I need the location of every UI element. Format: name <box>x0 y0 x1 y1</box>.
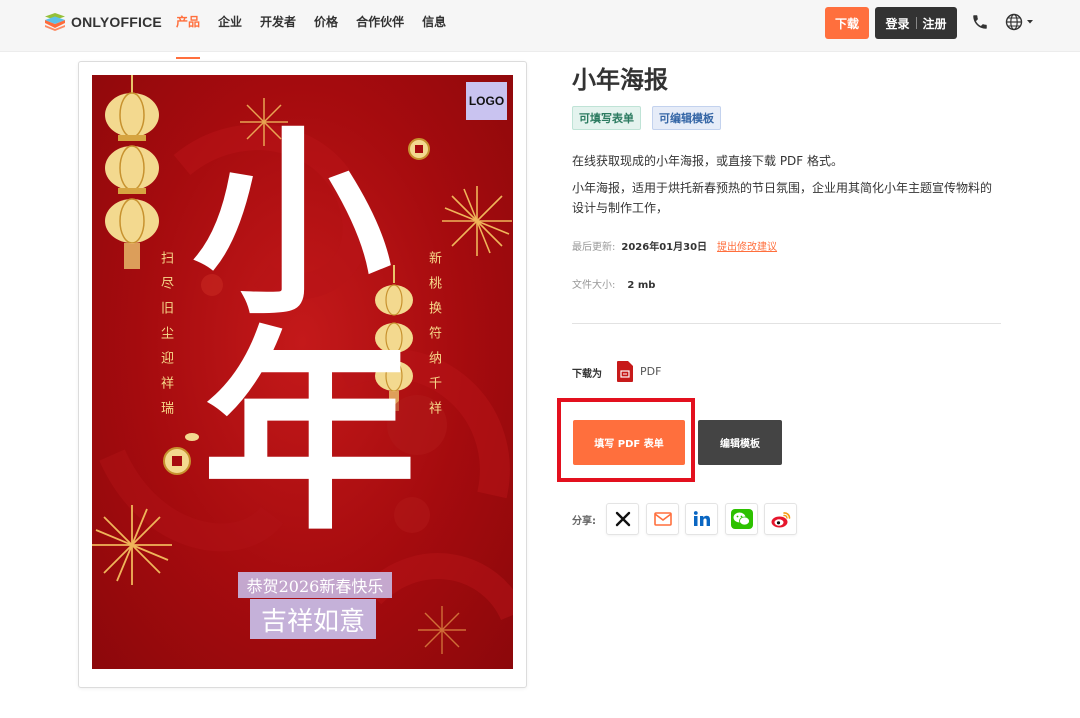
download-as-label: 下载为 <box>572 369 602 380</box>
poster-preview-image[interactable]: LOGO 扫尽旧尘迎祥瑞 新桃换符纳千祥 小 年 恭贺2026新春快乐 吉祥如意 <box>92 75 513 669</box>
left-couplet: 扫尽旧尘迎祥瑞 <box>158 251 173 426</box>
big-char-nian: 年 <box>202 306 417 559</box>
file-size-label: 文件大小: <box>572 280 616 291</box>
nav-developers[interactable]: 开发者 <box>260 0 296 52</box>
nav-resources[interactable]: 信息 <box>422 0 446 52</box>
greeting-line-1: 恭贺2026新春快乐 <box>238 572 392 598</box>
nav-enterprise[interactable]: 企业 <box>218 0 242 52</box>
file-size-row: 文件大小: 2 mb <box>572 276 655 291</box>
share-wechat-button[interactable] <box>725 503 758 535</box>
nav-partners[interactable]: 合作伙伴 <box>356 0 404 52</box>
register-label[interactable]: 注册 <box>923 15 947 32</box>
fill-pdf-form-button[interactable]: 填写 PDF 表单 <box>573 420 685 465</box>
share-linkedin-button[interactable] <box>685 503 718 535</box>
tag-fillable-form: 可填写表单 <box>572 106 641 130</box>
main-nav: 产品 企业 开发者 价格 合作伙伴 信息 <box>176 0 464 59</box>
wechat-icon <box>730 509 753 529</box>
share-weibo-button[interactable] <box>764 503 797 535</box>
right-couplet: 新桃换符纳千祥 <box>426 251 441 426</box>
linkedin-icon <box>693 511 710 526</box>
nav-products[interactable]: 产品 <box>176 0 201 59</box>
suggest-change-link[interactable]: 提出修改建议 <box>717 242 777 253</box>
login-label[interactable]: 登录 <box>885 15 909 32</box>
download-button[interactable]: 下载 <box>825 7 869 39</box>
last-updated-label: 最后更新: <box>572 242 616 253</box>
last-updated-row: 最后更新: 2026年01月30日 提出修改建议 <box>572 238 777 253</box>
share-email-button[interactable] <box>646 503 679 535</box>
section-divider <box>572 323 1001 324</box>
page-title: 小年海报 <box>572 66 668 94</box>
firework-right <box>442 186 512 256</box>
language-globe-icon[interactable] <box>1005 13 1035 31</box>
lantern-left <box>105 75 159 269</box>
description-short: 在线获取现成的小年海报，或直接下载 PDF 格式。 <box>572 154 844 168</box>
onlyoffice-logo-icon <box>45 13 65 31</box>
x-icon <box>615 511 630 527</box>
email-icon <box>653 512 672 526</box>
file-size-value: 2 mb <box>627 280 656 291</box>
login-register-button[interactable]: 登录 注册 <box>875 7 957 39</box>
download-pdf-link[interactable]: PDF <box>640 365 661 378</box>
description-long: 小年海报，适用于烘托新春预热的节日氛围，企业用其简化小年主题宣传物料的设计与制作… <box>572 181 993 215</box>
share-x-button[interactable] <box>606 503 639 535</box>
edit-template-button[interactable]: 编辑模板 <box>698 420 782 465</box>
big-char-xiao: 小 <box>192 107 393 342</box>
top-header: ONLYOFFICE 产品 企业 开发者 价格 合作伙伴 信息 下载 登录 注册 <box>0 0 1080 59</box>
logo-text: ONLYOFFICE <box>71 14 162 30</box>
weibo-icon <box>771 511 790 527</box>
nav-pricing[interactable]: 价格 <box>314 0 338 52</box>
onlyoffice-logo[interactable]: ONLYOFFICE <box>44 12 162 32</box>
last-updated-value: 2026年01月30日 <box>621 242 708 253</box>
firework-bottom-right <box>418 606 466 654</box>
tag-editable-template: 可编辑模板 <box>652 106 721 130</box>
poster-logo-placeholder: LOGO <box>466 82 507 120</box>
firework-bottom-left <box>92 505 172 585</box>
pdf-file-icon[interactable] <box>617 361 633 382</box>
greeting-line-2: 吉祥如意 <box>250 599 376 639</box>
phone-icon[interactable] <box>971 13 989 31</box>
share-label: 分享: <box>572 516 596 527</box>
login-separator <box>915 17 917 29</box>
